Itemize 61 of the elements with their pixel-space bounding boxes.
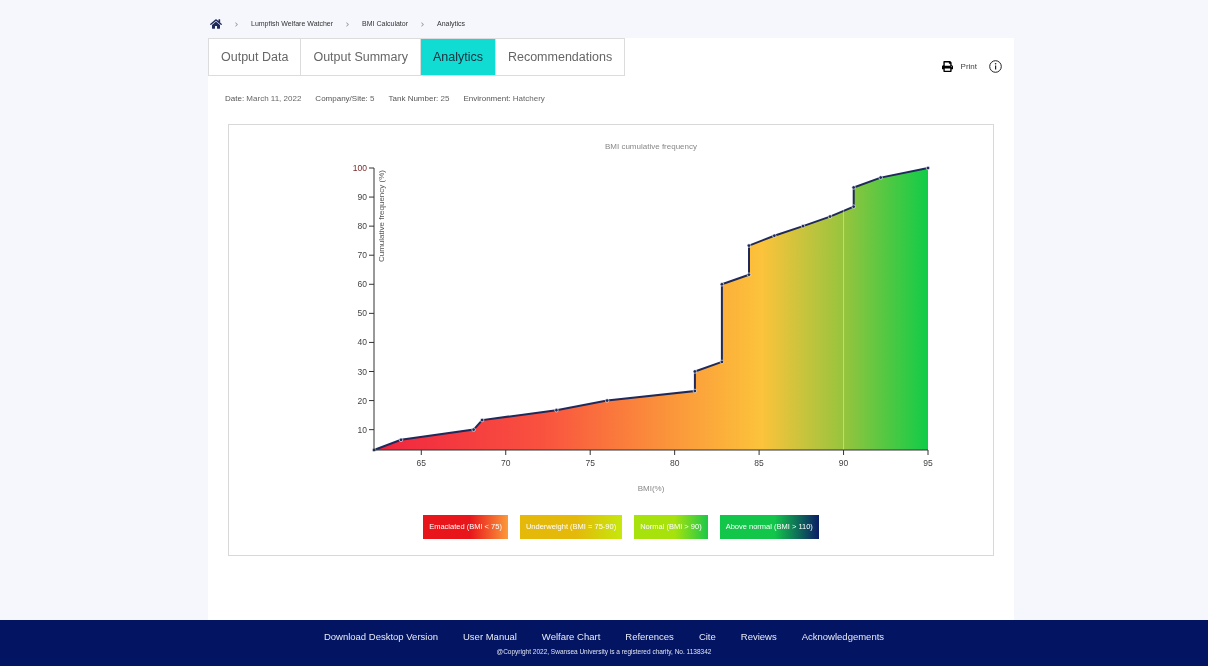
x-axis-label: BMI(%) (637, 484, 665, 493)
y-tick-label: 30 (357, 366, 367, 377)
y-tick-label: 90 (357, 192, 367, 203)
x-tick-label: 65 (416, 458, 427, 468)
y-tick-label: 60 (357, 279, 367, 290)
y-tick-label: 70 (357, 250, 367, 261)
data-point (719, 282, 725, 287)
chart-title: BMI cumulative frequency (605, 142, 697, 151)
data-point (692, 388, 697, 394)
data-point (605, 398, 610, 403)
data-point (398, 437, 404, 442)
tab[interactable]: Output Summary (300, 38, 421, 76)
chevron-icon (345, 21, 351, 27)
print-link[interactable]: Print (960, 60, 977, 73)
data-point (371, 447, 377, 453)
footer-link[interactable]: References (625, 629, 674, 644)
data-point (800, 224, 806, 229)
footer-link[interactable]: Download Desktop Version (323, 629, 438, 644)
home-icon[interactable] (210, 18, 222, 30)
footer-link[interactable]: Welfare Chart (541, 629, 601, 644)
data-point (480, 417, 485, 423)
y-tick-label: 10 (357, 424, 367, 435)
x-tick-label: 70 (501, 458, 511, 468)
x-tick-label: 80 (669, 458, 680, 468)
data-point (851, 204, 856, 209)
chevron-icon (234, 21, 239, 27)
data-point (746, 272, 752, 277)
print-icon[interactable] (941, 61, 953, 72)
x-tick-label: 85 (754, 458, 764, 468)
data-point (692, 369, 697, 374)
y-axis-label: Cumulative frequency (%) (377, 170, 386, 263)
data-point (827, 214, 833, 219)
meta-field: Date: March 11, 2022 (225, 93, 302, 124)
tab[interactable]: Recommendations (494, 38, 626, 76)
data-point (554, 408, 559, 413)
data-point (746, 243, 752, 248)
data-point (925, 165, 931, 171)
footer-link[interactable]: Reviews (740, 629, 777, 644)
data-point (878, 175, 883, 180)
y-tick-label: 20 (357, 395, 367, 406)
tab[interactable]: Output Data (208, 38, 302, 76)
y-tick-label: 40 (357, 337, 367, 348)
x-tick-label: 95 (923, 458, 933, 468)
data-point (719, 359, 725, 364)
y-tick-label: 80 (357, 221, 367, 232)
meta-field: Environment: Hatchery (463, 93, 545, 124)
footer-link[interactable]: Cite (698, 629, 716, 644)
data-point (471, 427, 476, 432)
y-tick-label: 100 (352, 163, 367, 173)
x-tick-label: 90 (838, 458, 849, 468)
info-icon[interactable] (989, 60, 1002, 73)
meta-field: Tank Number: 25 (388, 93, 450, 124)
footer-link[interactable]: User Manual (463, 629, 517, 644)
y-tick-label: 50 (357, 308, 367, 319)
data-point (772, 233, 777, 238)
meta-field: Company/Site: 5 (315, 93, 375, 124)
tab[interactable]: Analytics (419, 38, 496, 76)
x-tick-label: 75 (585, 458, 595, 468)
chevron-icon (420, 21, 425, 27)
data-point (851, 185, 856, 190)
footer-link[interactable]: Acknowledgements (801, 629, 885, 644)
